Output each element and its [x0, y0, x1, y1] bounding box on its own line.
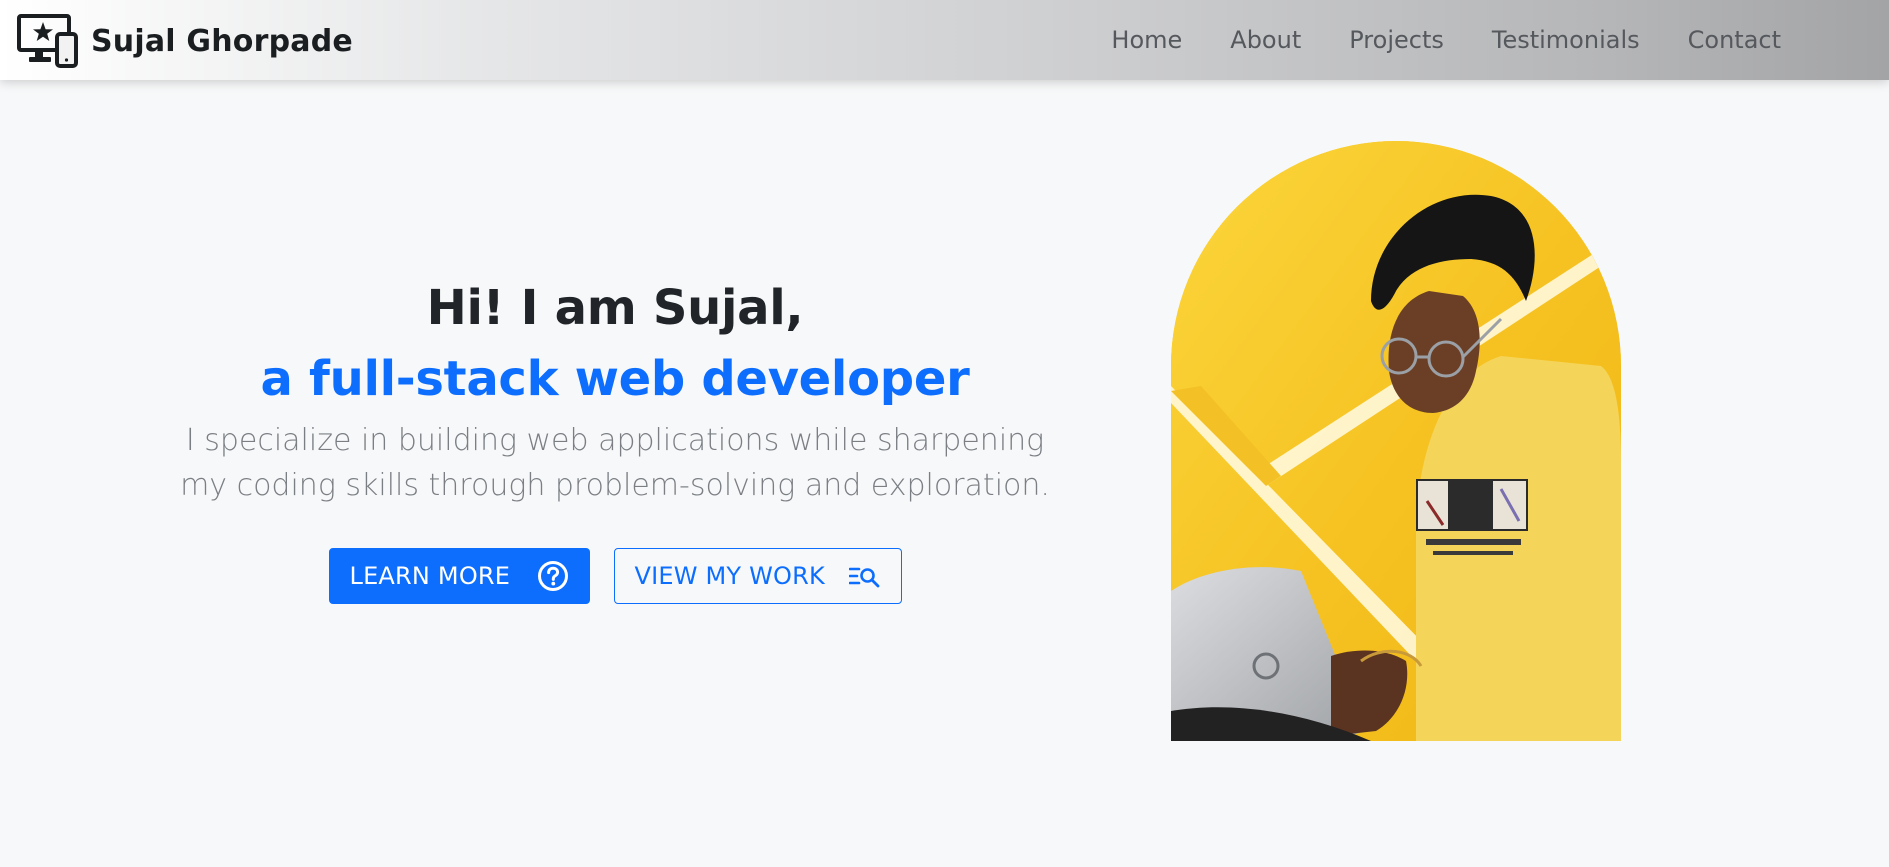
nav-link-home[interactable]: Home — [1111, 26, 1182, 54]
devices-star-icon — [17, 14, 78, 68]
learn-more-label: LEARN MORE — [349, 562, 511, 590]
view-my-work-button[interactable]: VIEW MY WORK — [613, 548, 902, 604]
profile-photo-illustration — [1171, 141, 1621, 741]
brand-name: Sujal Ghorpade — [91, 23, 353, 59]
brand-link[interactable]: Sujal Ghorpade — [17, 14, 353, 68]
hero-buttons: LEARN MORE VIEW MY WORK — [100, 548, 1130, 604]
list-search-icon — [848, 567, 879, 588]
hero-greeting: Hi! I am Sujal, — [426, 280, 804, 336]
hero-description: I specialize in building web application… — [180, 423, 1050, 503]
hero-role: a full-stack web developer — [260, 351, 970, 407]
question-circle-icon — [537, 561, 568, 591]
learn-more-button[interactable]: LEARN MORE — [328, 548, 590, 604]
navbar: Sujal Ghorpade Home About Projects Testi… — [0, 0, 1889, 80]
nav-links: Home About Projects Testimonials Contact — [1063, 0, 1781, 80]
nav-link-contact[interactable]: Contact — [1688, 26, 1781, 54]
nav-link-projects[interactable]: Projects — [1349, 26, 1444, 54]
profile-photo — [1171, 141, 1621, 741]
hero-text: Hi! I am Sujal, a full-stack web develop… — [100, 272, 1130, 604]
view-my-work-label: VIEW MY WORK — [634, 562, 825, 590]
nav-link-about[interactable]: About — [1230, 26, 1301, 54]
nav-link-testimonials[interactable]: Testimonials — [1492, 26, 1640, 54]
